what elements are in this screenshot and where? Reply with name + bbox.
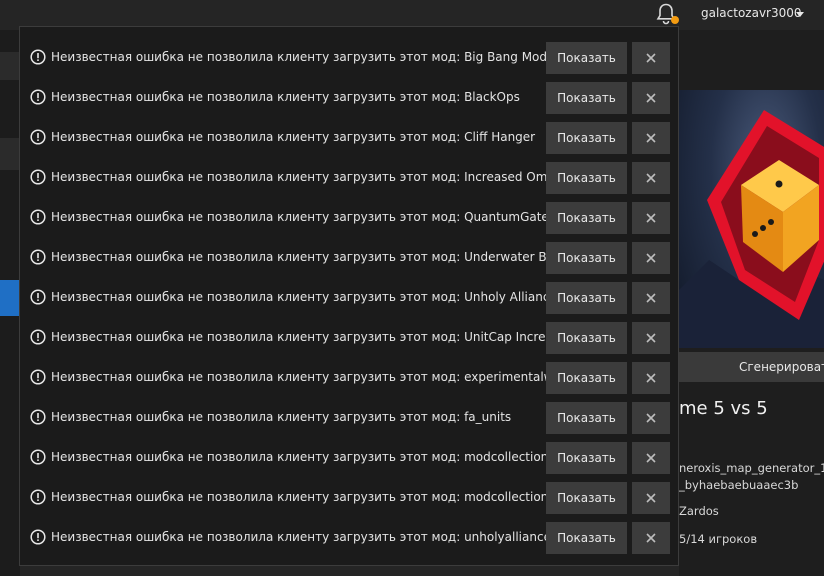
close-icon bbox=[646, 333, 656, 343]
alert-circle-icon bbox=[30, 89, 46, 105]
alert-circle-icon bbox=[30, 449, 46, 465]
host-name: Zardos bbox=[679, 504, 719, 518]
alert-circle-icon bbox=[30, 289, 46, 305]
notification-message: Неизвестная ошибка не позволила клиенту … bbox=[51, 250, 594, 264]
map-name-line1: neroxis_map_generator_1.20 bbox=[679, 461, 824, 475]
close-icon bbox=[646, 133, 656, 143]
notification-message: Неизвестная ошибка не позволила клиенту … bbox=[51, 90, 520, 104]
notification-message: Неизвестная ошибка не позволила клиенту … bbox=[51, 210, 613, 224]
notification-row: Неизвестная ошибка не позволила клиенту … bbox=[20, 438, 680, 478]
notification-message: Неизвестная ошибка не позволила клиенту … bbox=[51, 530, 572, 544]
alert-circle-icon bbox=[30, 329, 46, 345]
alert-circle-icon bbox=[30, 369, 46, 385]
notification-row: Неизвестная ошибка не позволила клиенту … bbox=[20, 118, 680, 158]
show-button[interactable]: Показать bbox=[546, 402, 627, 434]
notification-row: Неизвестная ошибка не позволила клиенту … bbox=[20, 358, 680, 398]
close-icon bbox=[646, 53, 656, 63]
close-icon bbox=[646, 253, 656, 263]
show-button[interactable]: Показать bbox=[546, 522, 627, 554]
alert-circle-icon bbox=[30, 529, 46, 545]
show-button[interactable]: Показать bbox=[546, 202, 627, 234]
close-button[interactable] bbox=[632, 362, 670, 394]
close-icon bbox=[646, 173, 656, 183]
map-name-line2: _byhaebaebuaaec3b bbox=[679, 478, 799, 492]
alert-circle-icon bbox=[30, 409, 46, 425]
close-button[interactable] bbox=[632, 442, 670, 474]
close-button[interactable] bbox=[632, 42, 670, 74]
show-button[interactable]: Показать bbox=[546, 122, 627, 154]
close-icon bbox=[646, 453, 656, 463]
close-button[interactable] bbox=[632, 522, 670, 554]
close-icon bbox=[646, 213, 656, 223]
notification-message: Неизвестная ошибка не позволила клиенту … bbox=[51, 490, 556, 504]
notification-row: Неизвестная ошибка не позволила клиенту … bbox=[20, 318, 680, 358]
show-button[interactable]: Показать bbox=[546, 42, 627, 74]
notification-row: Неизвестная ошибка не позволила клиенту … bbox=[20, 398, 680, 438]
close-button[interactable] bbox=[632, 282, 670, 314]
notification-row: Неизвестная ошибка не позволила клиенту … bbox=[20, 238, 680, 278]
close-button[interactable] bbox=[632, 242, 670, 274]
sidebar-selected-item[interactable] bbox=[0, 280, 20, 316]
close-button[interactable] bbox=[632, 322, 670, 354]
notification-message: Неизвестная ошибка не позволила клиенту … bbox=[51, 370, 603, 384]
alert-circle-icon bbox=[30, 209, 46, 225]
show-button[interactable]: Показать bbox=[546, 322, 627, 354]
alert-circle-icon bbox=[30, 249, 46, 265]
close-icon bbox=[646, 93, 656, 103]
alert-circle-icon bbox=[30, 129, 46, 145]
notification-message: Неизвестная ошибка не позволила клиенту … bbox=[51, 170, 610, 184]
chevron-down-icon[interactable] bbox=[796, 12, 804, 17]
show-button[interactable]: Показать bbox=[546, 442, 627, 474]
notification-row: Неизвестная ошибка не позволила клиенту … bbox=[20, 78, 680, 118]
close-icon bbox=[646, 413, 656, 423]
notification-message: Неизвестная ошибка не позволила клиенту … bbox=[51, 50, 548, 64]
map-preview-image bbox=[679, 90, 824, 348]
close-icon bbox=[646, 293, 656, 303]
close-icon bbox=[646, 493, 656, 503]
close-button[interactable] bbox=[632, 122, 670, 154]
sidebar-strip bbox=[0, 138, 20, 170]
close-icon bbox=[646, 373, 656, 383]
notification-message: Неизвестная ошибка не позволила клиенту … bbox=[51, 450, 549, 464]
notification-badge bbox=[671, 16, 679, 24]
alert-circle-icon bbox=[30, 49, 46, 65]
notification-row: Неизвестная ошибка не позволила клиенту … bbox=[20, 478, 680, 518]
notification-message: Неизвестная ошибка не позволила клиенту … bbox=[51, 130, 536, 144]
notification-row: Неизвестная ошибка не позволила клиенту … bbox=[20, 158, 680, 198]
notification-row: Неизвестная ошибка не позволила клиенту … bbox=[20, 518, 680, 558]
notification-row: Неизвестная ошибка не позволила клиенту … bbox=[20, 278, 680, 318]
notifications-panel: Неизвестная ошибка не позволила клиенту … bbox=[19, 26, 679, 566]
show-button[interactable]: Показать bbox=[546, 362, 627, 394]
show-button[interactable]: Показать bbox=[546, 162, 627, 194]
notification-row: Неизвестная ошибка не позволила клиенту … bbox=[20, 38, 680, 78]
close-button[interactable] bbox=[632, 82, 670, 114]
show-button[interactable]: Показать bbox=[546, 82, 627, 114]
generate-map-label: Сгенерировать bbox=[739, 360, 824, 374]
close-button[interactable] bbox=[632, 402, 670, 434]
notification-row: Неизвестная ошибка не позволила клиенту … bbox=[20, 198, 680, 238]
alert-circle-icon bbox=[30, 169, 46, 185]
close-button[interactable] bbox=[632, 162, 670, 194]
game-title: me 5 vs 5 bbox=[679, 398, 768, 419]
alert-circle-icon bbox=[30, 489, 46, 505]
close-button[interactable] bbox=[632, 202, 670, 234]
notification-message: Неизвестная ошибка не позволила клиенту … bbox=[51, 290, 557, 304]
dice-emblem-icon bbox=[679, 110, 824, 348]
username-label[interactable]: galactozavr3000 bbox=[701, 6, 802, 20]
close-icon bbox=[646, 533, 656, 543]
show-button[interactable]: Показать bbox=[546, 282, 627, 314]
notification-message: Неизвестная ошибка не позволила клиенту … bbox=[51, 330, 567, 344]
close-button[interactable] bbox=[632, 482, 670, 514]
notification-message: Неизвестная ошибка не позволила клиенту … bbox=[51, 410, 512, 424]
sidebar-strip bbox=[0, 52, 20, 80]
player-count: 5/14 игроков bbox=[679, 532, 758, 546]
show-button[interactable]: Показать bbox=[546, 482, 627, 514]
show-button[interactable]: Показать bbox=[546, 242, 627, 274]
